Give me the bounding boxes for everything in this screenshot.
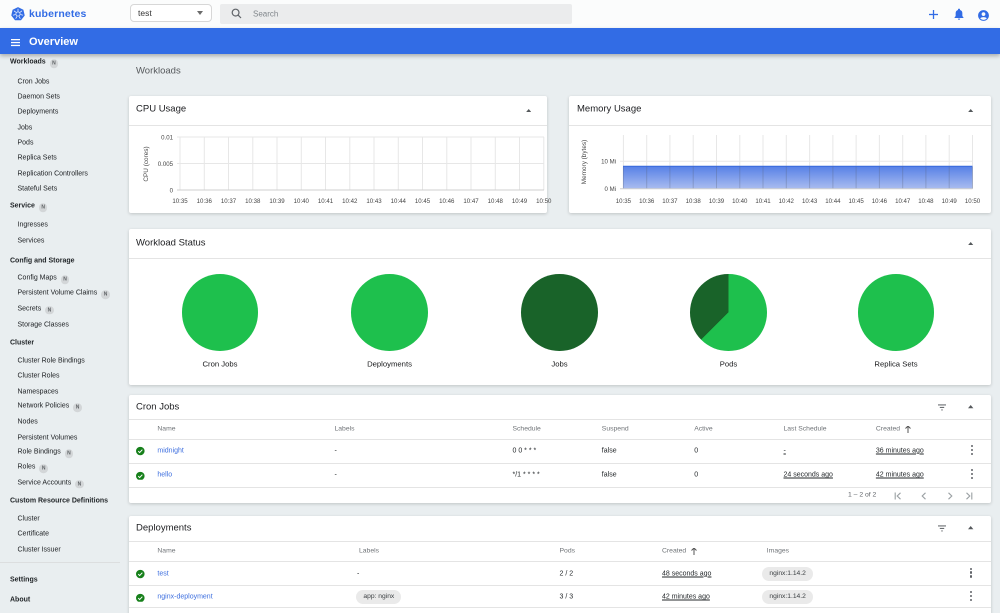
svg-text:10:35: 10:35 — [172, 198, 188, 205]
svg-text:10:45: 10:45 — [848, 198, 864, 205]
svg-text:Memory (bytes): Memory (bytes) — [581, 140, 588, 184]
svg-text:10:44: 10:44 — [390, 198, 406, 205]
svg-text:10:46: 10:46 — [871, 198, 887, 205]
svg-text:10 Mi: 10 Mi — [601, 159, 616, 166]
svg-text:10:43: 10:43 — [366, 198, 382, 205]
svg-text:10:46: 10:46 — [439, 198, 455, 205]
svg-text:10:42: 10:42 — [342, 198, 358, 205]
svg-text:10:48: 10:48 — [487, 198, 503, 205]
svg-text:10:47: 10:47 — [463, 198, 479, 205]
svg-text:0: 0 — [169, 188, 173, 195]
svg-text:0.005: 0.005 — [157, 161, 173, 168]
svg-text:10:44: 10:44 — [825, 198, 841, 205]
svg-text:10:45: 10:45 — [414, 198, 430, 205]
svg-text:10:38: 10:38 — [245, 198, 261, 205]
svg-text:10:38: 10:38 — [685, 198, 701, 205]
svg-text:10:50: 10:50 — [964, 198, 980, 205]
svg-text:10:39: 10:39 — [708, 198, 724, 205]
svg-text:10:47: 10:47 — [895, 198, 911, 205]
svg-text:10:39: 10:39 — [269, 198, 285, 205]
svg-text:10:37: 10:37 — [662, 198, 678, 205]
svg-text:10:36: 10:36 — [196, 198, 212, 205]
svg-text:10:48: 10:48 — [918, 198, 934, 205]
svg-text:10:36: 10:36 — [639, 198, 655, 205]
svg-text:10:40: 10:40 — [293, 198, 309, 205]
svg-text:10:41: 10:41 — [755, 198, 771, 205]
svg-text:0.01: 0.01 — [161, 135, 173, 142]
svg-text:10:37: 10:37 — [220, 198, 236, 205]
svg-text:10:41: 10:41 — [317, 198, 333, 205]
svg-text:10:40: 10:40 — [732, 198, 748, 205]
svg-text:10:35: 10:35 — [615, 198, 631, 205]
svg-text:10:42: 10:42 — [778, 198, 794, 205]
svg-text:10:43: 10:43 — [801, 198, 817, 205]
svg-text:10:49: 10:49 — [511, 198, 527, 205]
svg-text:0 Mi: 0 Mi — [604, 186, 616, 193]
svg-text:CPU (cores): CPU (cores) — [143, 146, 150, 181]
svg-text:10:50: 10:50 — [536, 198, 552, 205]
svg-text:10:49: 10:49 — [941, 198, 957, 205]
